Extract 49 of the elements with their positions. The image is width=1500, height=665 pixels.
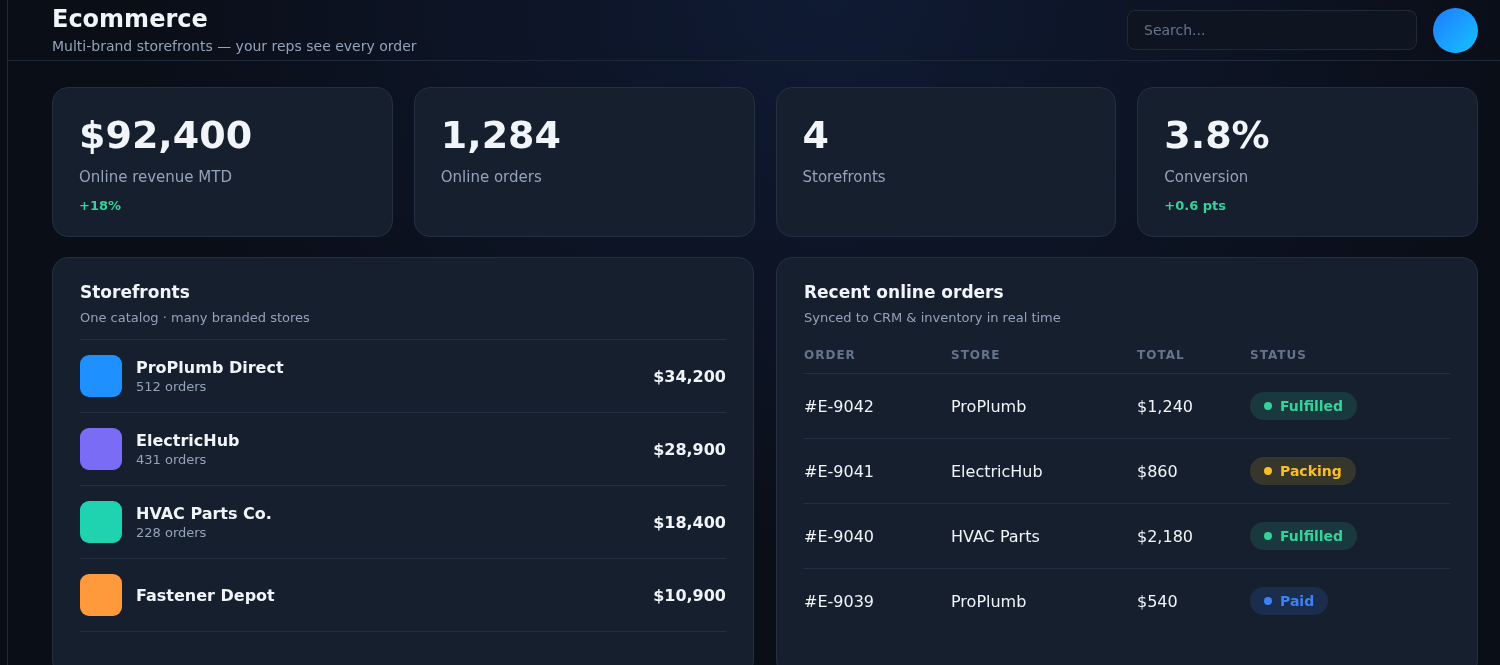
avatar[interactable] xyxy=(1433,7,1478,53)
stat-value: $92,400 xyxy=(79,112,254,158)
panel-subtitle: Synced to CRM & inventory in real time xyxy=(804,310,1062,325)
column-header: STATUS xyxy=(1250,348,1308,362)
stat-value: 3.8% xyxy=(1164,112,1271,158)
store-name: ElectricHub xyxy=(136,431,240,450)
order-id: #E-9042 xyxy=(804,396,875,416)
status-badge: Paid xyxy=(1250,587,1329,615)
order-id: #E-9041 xyxy=(804,461,875,481)
order-id: #E-9040 xyxy=(804,526,875,546)
status-badge: Fulfilled xyxy=(1250,522,1358,550)
total-cell-text: $540 xyxy=(1137,591,1179,611)
stat-delta: +18% xyxy=(79,198,122,213)
search-field[interactable]: Search... xyxy=(1127,10,1417,50)
panel-title: Storefronts xyxy=(80,282,191,302)
store-name: Fastener Depot xyxy=(136,585,275,605)
store-revenue: $34,200 xyxy=(653,366,726,386)
store-cell-text: ProPlumb xyxy=(951,396,1028,416)
column-header: STORE xyxy=(951,348,1002,362)
store-revenue: $28,900 xyxy=(653,439,726,459)
stat-value: 1,284 xyxy=(440,112,562,158)
column-header: ORDER xyxy=(804,348,857,362)
store-name: HVAC Parts Co. xyxy=(136,504,272,523)
panel-title: Recent online orders xyxy=(804,282,1005,302)
stat-value: 4 xyxy=(802,112,830,158)
store-revenue: $10,900 xyxy=(653,585,726,605)
panel-subtitle: One catalog · many branded stores xyxy=(80,310,311,325)
order-id: #E-9039 xyxy=(804,591,875,611)
page-subtitle: Multi-brand storefronts — your reps see every order xyxy=(52,38,417,54)
store-cell-text: ProPlumb xyxy=(951,591,1028,611)
column-header: TOTAL xyxy=(1137,348,1186,362)
store-orders: 512 orders xyxy=(136,379,208,394)
total-cell-text: $860 xyxy=(1137,461,1179,481)
total-cell-text: $2,180 xyxy=(1137,526,1194,546)
stat-delta: +0.6 pts xyxy=(1164,198,1227,213)
stat-label: Online revenue MTD xyxy=(79,168,233,186)
stat-label: Online orders xyxy=(440,168,543,186)
stat-label: Conversion xyxy=(1164,168,1250,186)
store-revenue: $18,400 xyxy=(653,512,726,532)
store-name: ProPlumb Direct xyxy=(136,358,284,377)
status-badge: Fulfilled xyxy=(1250,392,1358,420)
store-cell-text: ElectricHub xyxy=(951,461,1044,481)
store-orders: 228 orders xyxy=(136,525,208,540)
total-cell-text: $1,240 xyxy=(1137,396,1194,416)
store-cell-text: HVAC Parts xyxy=(951,526,1041,546)
stat-label: Storefronts xyxy=(802,168,887,186)
store-orders: 431 orders xyxy=(136,452,208,467)
status-badge: Packing xyxy=(1250,457,1356,485)
page-title: Ecommerce xyxy=(52,6,209,32)
